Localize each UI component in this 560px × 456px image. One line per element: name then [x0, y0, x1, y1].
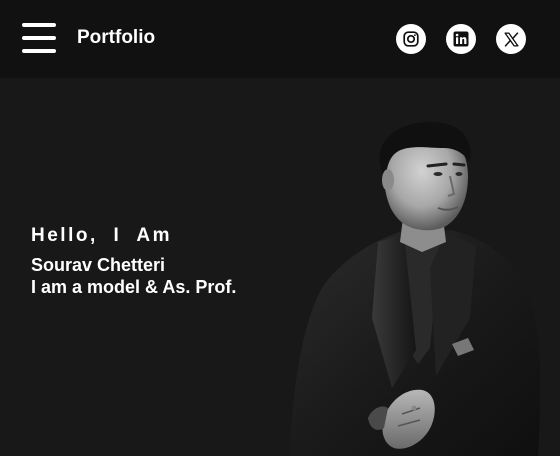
hamburger-menu-icon[interactable] — [22, 23, 56, 54]
menu-bar-middle — [22, 36, 56, 40]
menu-bar-bottom — [22, 49, 56, 53]
site-brand-title[interactable]: Portfolio — [77, 27, 155, 49]
hero-role: I am a model & As. Prof. — [31, 277, 237, 297]
instagram-link[interactable] — [396, 24, 426, 54]
hero-name: Sourav Chetteri — [31, 255, 166, 275]
x-link[interactable] — [496, 24, 526, 54]
site-header: Portfolio — [0, 0, 560, 78]
linkedin-link[interactable] — [446, 24, 476, 54]
instagram-icon — [403, 31, 419, 47]
x-icon — [503, 31, 519, 47]
portrait-image — [290, 122, 541, 456]
linkedin-icon — [453, 31, 469, 47]
hero-section: Hello, I Am Sourav Chetteri I am a model… — [0, 78, 560, 456]
portfolio-page: Portfolio Hello, I Am Sourav Chetteri I … — [0, 0, 560, 456]
hero-greeting: Hello, I Am — [31, 225, 172, 246]
menu-bar-top — [22, 23, 56, 27]
